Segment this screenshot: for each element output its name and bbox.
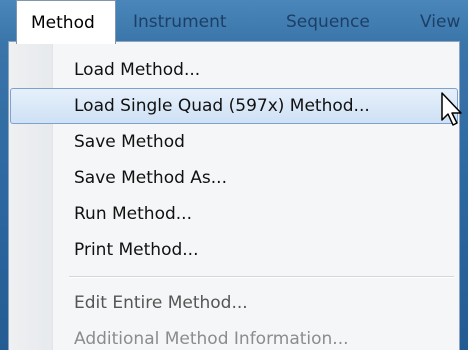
menu-item-save-method-as[interactable]: Save Method As... xyxy=(10,160,458,196)
menu-method[interactable]: Method xyxy=(16,0,116,44)
menu-item-run-method[interactable]: Run Method... xyxy=(10,196,458,232)
menu-item-label: Load Method... xyxy=(74,60,201,80)
menu-method-label: Method xyxy=(31,13,95,33)
menu-item-additional-method-information: Additional Method Information... xyxy=(10,321,458,350)
menu-item-label: Save Method xyxy=(74,132,185,152)
menu-item-label: Additional Method Information... xyxy=(74,329,349,349)
menu-sequence-label: Sequence xyxy=(286,12,370,32)
menu-item-label: Run Method... xyxy=(74,204,192,224)
method-dropdown-menu: Load Method... Load Single Quad (597x) M… xyxy=(8,41,460,350)
menu-item-label: Save Method As... xyxy=(74,168,227,188)
menu-item-label: Print Method... xyxy=(74,240,199,260)
menu-bar: Method Instrument Sequence View xyxy=(0,0,468,44)
menu-item-load-single-quad-method[interactable]: Load Single Quad (597x) Method... xyxy=(10,88,458,124)
menu-item-edit-entire-method[interactable]: Edit Entire Method... xyxy=(10,285,458,321)
menu-item-label: Edit Entire Method... xyxy=(74,293,248,313)
menu-item-label: Load Single Quad (597x) Method... xyxy=(74,96,370,116)
menu-item-load-method[interactable]: Load Method... xyxy=(10,52,458,88)
menu-separator xyxy=(69,276,454,278)
menu-instrument-label: Instrument xyxy=(133,12,227,32)
arrow-pointer-icon xyxy=(440,92,464,128)
menu-item-print-method[interactable]: Print Method... xyxy=(10,232,458,268)
menu-view[interactable]: View xyxy=(420,0,460,42)
menu-view-label: View xyxy=(420,12,461,32)
menu-sequence[interactable]: Sequence xyxy=(286,0,370,42)
menu-item-save-method[interactable]: Save Method xyxy=(10,124,458,160)
menu-instrument[interactable]: Instrument xyxy=(133,0,227,42)
